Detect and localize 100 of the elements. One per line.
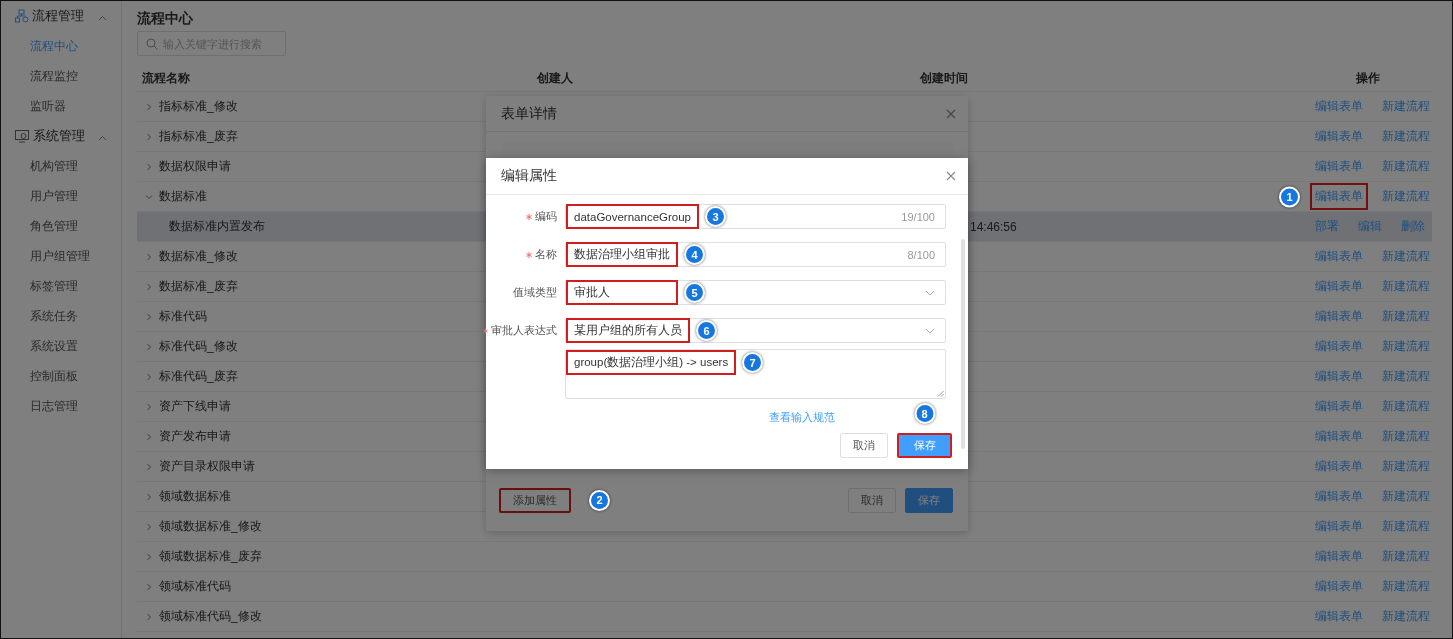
action-link[interactable]: 编辑表单 xyxy=(1310,363,1368,390)
action-link[interactable]: 新建流程 xyxy=(1377,123,1435,150)
chevron-right-icon[interactable] xyxy=(145,402,153,411)
action-link[interactable]: 编辑表单 xyxy=(1310,273,1368,300)
chevron-right-icon[interactable] xyxy=(145,612,153,621)
menu-group-title[interactable]: 流程管理 xyxy=(32,7,98,25)
action-link[interactable]: 编辑表单 xyxy=(1310,123,1368,150)
cancel-button[interactable]: 取消 xyxy=(848,487,896,513)
action-link[interactable]: 编辑表单 xyxy=(1310,93,1368,120)
close-icon[interactable] xyxy=(946,108,956,119)
action-link[interactable]: 编辑表单 xyxy=(1310,243,1368,270)
column-header: 流程名称 xyxy=(142,70,190,85)
field-value: 审批人 xyxy=(566,280,678,305)
menu-item[interactable]: 流程监控 xyxy=(1,61,121,91)
action-link[interactable]: 编辑表单 xyxy=(1310,573,1368,600)
table-cell: 数据权限申请 xyxy=(159,158,231,175)
action-link[interactable]: 新建流程 xyxy=(1377,453,1435,480)
cancel-button[interactable]: 取消 xyxy=(840,433,888,458)
step-badge: 8 xyxy=(914,403,935,424)
action-link[interactable]: 新建流程 xyxy=(1377,603,1435,630)
menu-item[interactable]: 机构管理 xyxy=(1,151,121,181)
dialog-title: 表单详情 xyxy=(501,104,557,123)
table-cell: 领域数据标准_修改 xyxy=(159,518,262,535)
chevron-down-icon xyxy=(925,289,935,296)
action-link[interactable]: 新建流程 xyxy=(1377,333,1435,360)
chevron-right-icon[interactable] xyxy=(145,102,153,111)
menu-item[interactable]: 日志管理 xyxy=(1,391,121,421)
action-link[interactable]: 新建流程 xyxy=(1377,363,1435,390)
action-link[interactable]: 新建流程 xyxy=(1377,513,1435,540)
table-cell: 指标标准_修改 xyxy=(159,98,238,115)
action-link[interactable]: 新建流程 xyxy=(1377,573,1435,600)
menu-item[interactable]: 流程中心 xyxy=(1,31,121,61)
action-link[interactable]: 新建流程 xyxy=(1377,483,1435,510)
action-link[interactable]: 新建流程 xyxy=(1377,543,1435,570)
action-link[interactable]: 新建流程 xyxy=(1377,273,1435,300)
action-link[interactable]: 编辑表单 xyxy=(1310,393,1368,420)
action-link[interactable]: 编辑表单 xyxy=(1310,423,1368,450)
step-badge: 7 xyxy=(742,352,764,373)
save-button[interactable]: 保存 xyxy=(905,487,953,513)
help-link[interactable]: 查看输入规范 xyxy=(769,409,835,425)
chevron-right-icon[interactable] xyxy=(145,432,153,441)
menu-item[interactable]: 用户组管理 xyxy=(1,241,121,271)
chevron-right-icon[interactable] xyxy=(145,132,153,141)
page-title: 流程中心 xyxy=(137,9,194,28)
close-icon[interactable] xyxy=(946,171,956,181)
column-header: 操作 xyxy=(1356,70,1380,85)
action-link[interactable]: 编辑表单 xyxy=(1310,153,1368,180)
table-cell: 数据标准_修改 xyxy=(159,248,238,265)
action-link[interactable]: 编辑表单 xyxy=(1310,183,1368,210)
action-link[interactable]: 编辑表单 xyxy=(1310,303,1368,330)
action-link[interactable]: 编辑表单 xyxy=(1310,543,1368,570)
chevron-right-icon[interactable] xyxy=(145,582,153,591)
action-link[interactable]: 编辑 xyxy=(1353,213,1387,240)
table-cell: 14:46:56 xyxy=(970,219,1017,234)
chevron-right-icon[interactable] xyxy=(145,552,153,561)
step-badge: 2 xyxy=(589,489,610,511)
action-link[interactable]: 新建流程 xyxy=(1377,183,1435,210)
action-link[interactable]: 编辑表单 xyxy=(1310,333,1368,360)
chevron-right-icon[interactable] xyxy=(145,462,153,471)
action-link[interactable]: 新建流程 xyxy=(1377,243,1435,270)
action-link[interactable]: 新建流程 xyxy=(1377,303,1435,330)
action-link[interactable]: 新建流程 xyxy=(1377,93,1435,120)
search-icon xyxy=(146,37,158,50)
text-field[interactable]: dataGovernanceGroup 3 19/100 xyxy=(565,204,946,229)
action-link[interactable]: 编辑表单 xyxy=(1310,513,1368,540)
select-field[interactable]: 审批人 5 xyxy=(565,280,946,305)
text-area[interactable]: group(数据治理小组) -> users 7 xyxy=(565,349,946,399)
action-link[interactable]: 编辑表单 xyxy=(1310,603,1368,630)
action-link[interactable]: 删除 xyxy=(1396,213,1430,240)
chevron-right-icon[interactable] xyxy=(145,312,153,321)
menu-item[interactable]: 角色管理 xyxy=(1,211,121,241)
field-value: dataGovernanceGroup xyxy=(566,204,699,229)
action-link[interactable]: 部署 xyxy=(1310,213,1344,240)
field-label: 编码 xyxy=(535,209,557,224)
chevron-up-icon[interactable] xyxy=(98,134,107,141)
menu-item[interactable]: 系统设置 xyxy=(1,331,121,361)
menu-item[interactable]: 标签管理 xyxy=(1,271,121,301)
select-field[interactable]: 某用户组的所有人员 6 xyxy=(565,318,946,343)
menu-group-title[interactable]: 系统管理 xyxy=(33,127,98,145)
action-link[interactable]: 新建流程 xyxy=(1377,153,1435,180)
menu-item[interactable]: 系统任务 xyxy=(1,301,121,331)
chevron-right-icon[interactable] xyxy=(145,522,153,531)
chevron-up-icon[interactable] xyxy=(98,14,107,21)
menu-item[interactable]: 控制面板 xyxy=(1,361,121,391)
step-badge: 5 xyxy=(684,282,705,303)
action-link[interactable]: 编辑表单 xyxy=(1310,453,1368,480)
menu-item[interactable]: 用户管理 xyxy=(1,181,121,211)
menu-item[interactable]: 监听器 xyxy=(1,91,121,121)
chevron-down-icon[interactable] xyxy=(145,192,153,201)
text-field[interactable]: 数据治理小组审批 4 8/100 xyxy=(565,242,946,267)
action-link[interactable]: 新建流程 xyxy=(1377,423,1435,450)
chevron-right-icon[interactable] xyxy=(145,282,153,291)
chevron-right-icon[interactable] xyxy=(145,342,153,351)
chevron-right-icon[interactable] xyxy=(145,162,153,171)
add-attribute-button[interactable]: 添加属性 xyxy=(499,487,571,513)
chevron-right-icon[interactable] xyxy=(145,492,153,501)
chevron-right-icon[interactable] xyxy=(145,252,153,261)
action-link[interactable]: 编辑表单 xyxy=(1310,483,1368,510)
chevron-right-icon[interactable] xyxy=(145,372,153,381)
action-link[interactable]: 新建流程 xyxy=(1377,393,1435,420)
